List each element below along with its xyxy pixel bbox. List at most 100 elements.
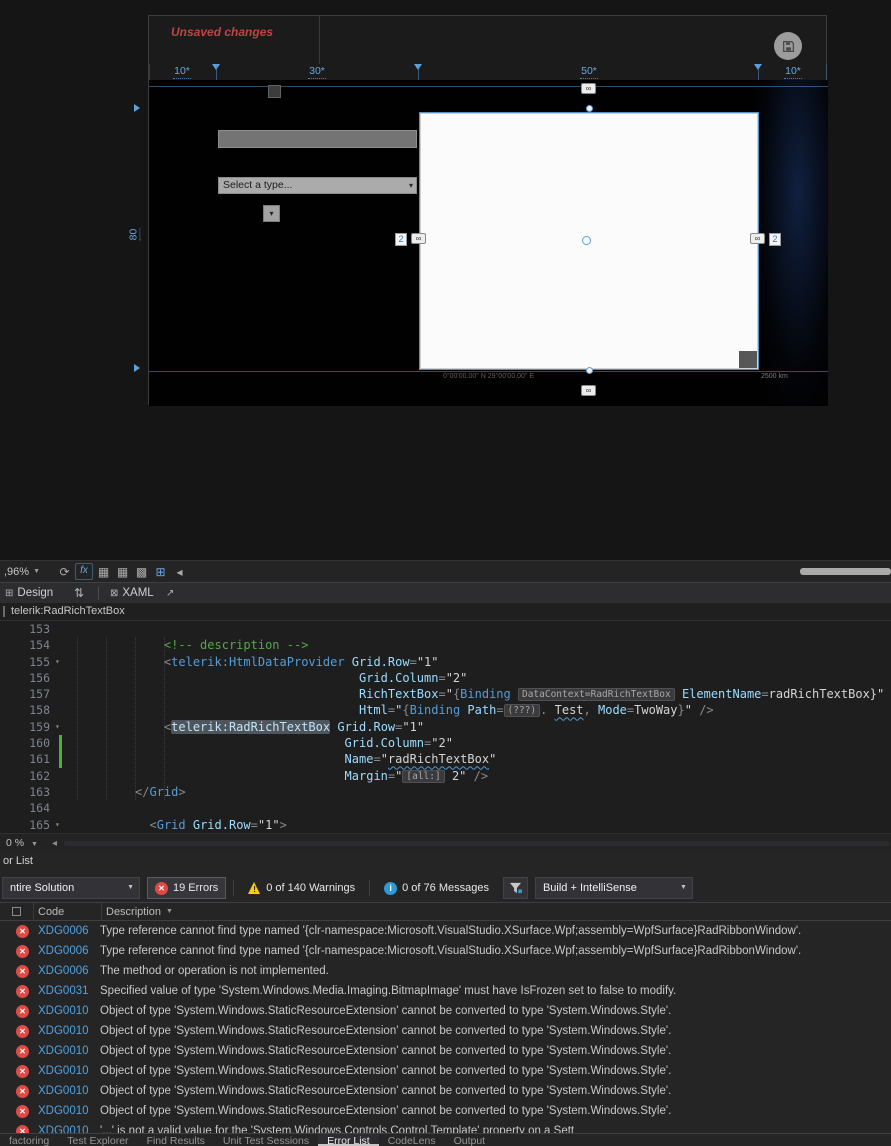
fold-toggle-icon[interactable]: ▾ [55,817,67,833]
effects-fx-icon[interactable]: fx [75,563,94,580]
error-code-link[interactable]: XDG0010 [38,1085,100,1097]
grid-row-line[interactable] [149,86,828,87]
error-list-panel: or List ntire Solution ▼ ✕ 19 Errors ! 0… [0,852,891,1133]
error-row[interactable]: ✕ XDG0010 Object of type 'System.Windows.S… [0,1081,891,1101]
panel-tab-factoring[interactable]: factoring [0,1134,58,1146]
refresh-icon[interactable]: ⟳ [56,563,73,581]
code-line: 155 ▾ <telerik:HtmlDataProvider Grid.Row=… [0,654,891,670]
fold-toggle-icon[interactable]: ▾ [55,719,67,735]
error-description: Object of type 'System.Windows.StaticRes… [100,1065,672,1077]
breadcrumb[interactable]: telerik:RadRichTextBox [0,603,891,621]
panel-tab-error-list[interactable]: Error List [318,1134,379,1146]
breadcrumb-path[interactable]: telerik:RadRichTextBox [11,603,125,620]
error-code-link[interactable]: XDG0006 [38,925,100,937]
anchor-bottom-icon[interactable]: ∞ [581,385,596,396]
line-number: 157 [29,687,50,702]
error-row[interactable]: ✕ XDG0006 Type reference cannot find type … [0,941,891,961]
code-line: 160 Grid.Column="2" [0,735,891,752]
error-list-toolbar: ntire Solution ▼ ✕ 19 Errors ! 0 of 140 … [0,874,891,902]
margin-badge-left[interactable]: 2 [395,233,407,246]
error-row[interactable]: ✕ XDG0010 Object of type 'System.Windows.S… [0,1021,891,1041]
toolbar-divider [233,880,235,896]
scroll-left-button[interactable]: ◂ [52,836,57,851]
panel-tab-output[interactable]: Output [445,1134,495,1146]
code-line: 161 Name="radRichTextBox" [0,751,891,768]
errors-toggle-button[interactable]: ✕ 19 Errors [147,877,227,899]
error-row[interactable]: ✕ XDG0031 Specified value of type 'System.… [0,981,891,1001]
tab-design[interactable]: ⊞ Design [5,583,53,604]
editor-zoom-combobox[interactable]: 0 % ▼ [2,836,42,851]
error-code-link[interactable]: XDG0010 [38,1125,100,1133]
error-row[interactable]: ✕ XDG0010 Object of type 'System.Windows.S… [0,1041,891,1061]
editor-horizontal-scrollbar[interactable] [64,841,889,846]
error-code-link[interactable]: XDG0006 [38,965,100,977]
dropdown-button-control[interactable]: ▾ [263,205,280,222]
panel-tab-codelens[interactable]: CodeLens [379,1134,445,1146]
error-icon: ✕ [16,924,29,938]
resize-grip[interactable] [739,351,757,368]
panel-tab-test-explorer[interactable]: Test Explorer [58,1134,137,1146]
error-code-link[interactable]: XDG0031 [38,985,100,997]
build-filter-dropdown[interactable]: Build + IntelliSense ▼ [534,877,693,899]
funnel-icon [509,882,522,894]
row-size-label[interactable]: 80 [127,228,141,241]
messages-toggle-button[interactable]: i 0 of 76 Messages [377,877,496,899]
error-row[interactable]: ✕ XDG0010 Object of type 'System.Windows.S… [0,1101,891,1121]
designer-horizontal-scrollbar[interactable] [800,568,891,575]
error-description: Object of type 'System.Windows.StaticRes… [100,1105,672,1117]
column-size-label[interactable]: 10* [784,65,802,79]
code-column-header[interactable]: Code [34,903,102,920]
swap-panes-button[interactable]: ⇅ [74,583,88,604]
error-row[interactable]: ✕ XDG0010 Object of type 'System.Windows.S… [0,1061,891,1081]
error-row[interactable]: ✕ XDG0006 The method or operation is not i… [0,961,891,981]
error-code-link[interactable]: XDG0010 [38,1025,100,1037]
error-code-link[interactable]: XDG0010 [38,1065,100,1077]
bottom-handle[interactable] [586,367,593,374]
show-grid-icon[interactable]: ▦ [95,563,112,581]
center-handle[interactable] [582,236,591,245]
severity-column-header[interactable] [0,903,34,920]
column-size-label[interactable]: 50* [580,65,598,79]
row-grip-icon[interactable] [134,104,140,112]
designer-canvas[interactable]: Unsaved changes 10* 30* 50* 10* Select a… [0,0,891,560]
error-code-link[interactable]: XDG0010 [38,1105,100,1117]
snap-grid-icon[interactable]: ▩ [133,563,150,581]
editor-zoom-value: 0 % [6,837,25,849]
type-combobox-control[interactable]: Select a type... ▾ [218,177,417,194]
filter-button[interactable] [502,877,528,899]
line-number: 165 [29,817,50,832]
anchor-top-icon[interactable]: ∞ [581,83,596,94]
save-button[interactable] [774,32,802,60]
error-row[interactable]: ✕ XDG0010 '...' is not a valid value for t… [0,1121,891,1133]
panel-tab-find-results[interactable]: Find Results [138,1134,214,1146]
anchor-left-icon[interactable]: ∞ [411,233,426,244]
anchor-right-icon[interactable]: ∞ [750,233,765,244]
scope-filter-dropdown[interactable]: ntire Solution ▼ [2,877,140,899]
designer-artboard[interactable]: Unsaved changes 10* 30* 50* 10* Select a… [148,15,828,406]
grid-row-line[interactable] [149,371,828,372]
error-code-link[interactable]: XDG0010 [38,1045,100,1057]
warnings-toggle-button[interactable]: ! 0 of 140 Warnings [241,877,362,899]
collapse-panel-icon[interactable]: ◂ [171,563,188,581]
error-row[interactable]: ✕ XDG0010 Object of type 'System.Windows.S… [0,1001,891,1021]
column-size-label[interactable]: 10* [173,65,191,79]
error-code-link[interactable]: XDG0006 [38,945,100,957]
error-row[interactable]: ✕ XDG0006 Type reference cannot find type … [0,921,891,941]
margin-badge-right[interactable]: 2 [769,233,781,246]
top-handle[interactable] [586,105,593,112]
description-column-header[interactable]: Description ▼ [102,903,891,920]
toolbar-divider [369,880,371,896]
snap-guides-icon[interactable]: ⊞ [152,563,169,581]
popout-button[interactable]: ↗ [166,583,178,604]
zoom-combobox[interactable]: ,96% ▼ [0,563,44,581]
design-grid-surface[interactable]: Select a type... ▾ ▾ ∞ ∞ 2 ∞ ∞ 2 0°00'00… [149,80,828,406]
textbox-control[interactable] [218,130,417,148]
tab-xaml[interactable]: ⊠ XAML [110,583,154,604]
error-code-link[interactable]: XDG0010 [38,1005,100,1017]
grid-cells-icon[interactable]: ▦ [114,563,131,581]
xaml-editor[interactable]: 153 154 <!-- description --> 155 ▾ <telerik… [0,621,891,833]
panel-tab-unit-test-sessions[interactable]: Unit Test Sessions [214,1134,318,1146]
row-grip-icon[interactable] [134,364,140,372]
fold-toggle-icon[interactable]: ▾ [55,654,67,670]
column-size-label[interactable]: 30* [308,65,326,79]
